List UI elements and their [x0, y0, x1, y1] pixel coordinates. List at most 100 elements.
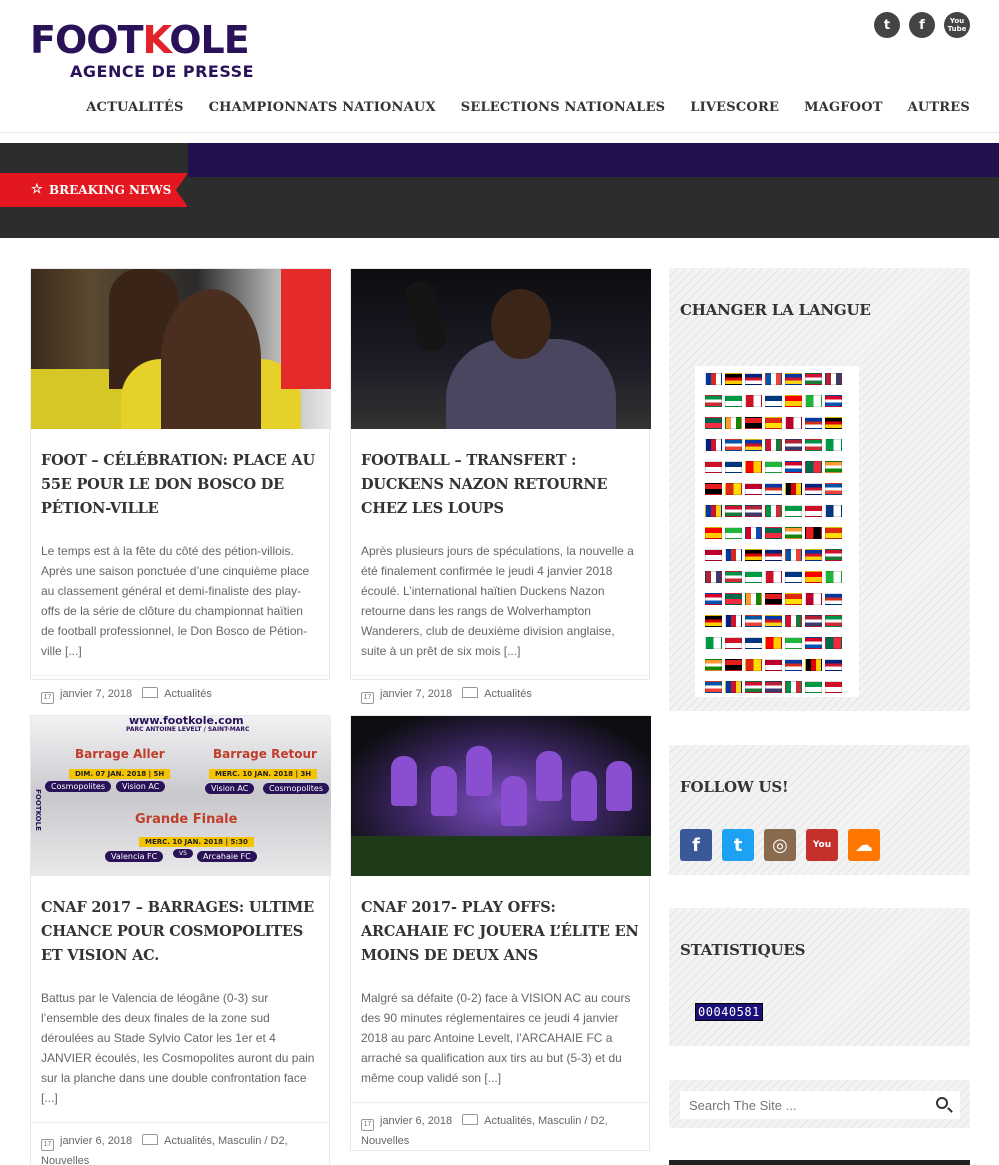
language-flag-icon[interactable]: [765, 549, 782, 561]
language-flag-icon[interactable]: [825, 527, 842, 539]
language-flag-icon[interactable]: [705, 571, 722, 583]
language-flag-icon[interactable]: [765, 571, 782, 583]
facebook-icon[interactable]: f: [680, 829, 712, 861]
language-flag-icon[interactable]: [765, 637, 782, 649]
language-flag-icon[interactable]: [805, 659, 822, 671]
language-flag-icon[interactable]: [765, 593, 782, 605]
post-image[interactable]: [351, 269, 651, 429]
language-flag-icon[interactable]: [705, 505, 722, 517]
language-flag-icon[interactable]: [805, 461, 822, 473]
language-flag-icon[interactable]: [805, 417, 822, 429]
language-flag-icon[interactable]: [785, 637, 802, 649]
language-flag-icon[interactable]: [705, 439, 722, 451]
language-flag-icon[interactable]: [725, 593, 742, 605]
language-flag-icon[interactable]: [785, 461, 802, 473]
language-flag-icon[interactable]: [785, 593, 802, 605]
language-flag-icon[interactable]: [825, 681, 842, 693]
post-categories[interactable]: Actualités: [484, 688, 532, 700]
language-flag-icon[interactable]: [805, 527, 822, 539]
language-flag-icon[interactable]: [805, 549, 822, 561]
language-flag-icon[interactable]: [785, 505, 802, 517]
language-flag-icon[interactable]: [825, 571, 842, 583]
search-input[interactable]: [689, 1097, 919, 1113]
language-flag-icon[interactable]: [745, 681, 762, 693]
youtube-icon[interactable]: You: [806, 829, 838, 861]
language-flag-icon[interactable]: [765, 505, 782, 517]
language-flag-icon[interactable]: [745, 461, 762, 473]
soundcloud-icon[interactable]: ☁: [848, 829, 880, 861]
language-flag-icon[interactable]: [825, 461, 842, 473]
language-flag-icon[interactable]: [825, 483, 842, 495]
post-title[interactable]: FOOTBALL – TRANSFERT : DUCKENS NAZON RET…: [351, 429, 649, 521]
language-flag-icon[interactable]: [805, 593, 822, 605]
language-flag-icon[interactable]: [785, 483, 802, 495]
language-flag-icon[interactable]: [745, 527, 762, 539]
language-flag-icon[interactable]: [785, 439, 802, 451]
language-flag-icon[interactable]: [805, 483, 822, 495]
language-flag-icon[interactable]: [785, 659, 802, 671]
language-flag-icon[interactable]: [705, 527, 722, 539]
language-flag-icon[interactable]: [765, 527, 782, 539]
site-logo[interactable]: FOOTKOLE AGENCE DE PRESSE: [30, 18, 292, 82]
post-image[interactable]: www.footkole.com PARC ANTOINE LEVELT / S…: [31, 716, 331, 876]
language-flag-icon[interactable]: [705, 549, 722, 561]
language-flag-icon[interactable]: [725, 637, 742, 649]
language-flag-icon[interactable]: [745, 417, 762, 429]
language-flag-icon[interactable]: [705, 615, 722, 627]
language-flag-icon[interactable]: [705, 659, 722, 671]
language-flag-icon[interactable]: [785, 395, 802, 407]
language-flag-icon[interactable]: [805, 439, 822, 451]
language-flag-icon[interactable]: [745, 373, 762, 385]
language-flag-icon[interactable]: [765, 417, 782, 429]
language-flag-icon[interactable]: [745, 395, 762, 407]
post-categories[interactable]: Actualités: [164, 688, 212, 700]
language-flag-icon[interactable]: [745, 439, 762, 451]
language-flag-icon[interactable]: [805, 395, 822, 407]
post-title[interactable]: CNAF 2017- PLAY OFFS: ARCAHAIE FC JOUERA…: [351, 876, 649, 968]
language-flag-icon[interactable]: [825, 395, 842, 407]
post-image[interactable]: [31, 269, 331, 429]
language-flag-icon[interactable]: [725, 395, 742, 407]
language-flag-icon[interactable]: [805, 681, 822, 693]
language-flag-icon[interactable]: [705, 461, 722, 473]
language-flag-icon[interactable]: [725, 417, 742, 429]
youtube-icon[interactable]: You Tube: [944, 12, 970, 38]
language-flag-icon[interactable]: [825, 417, 842, 429]
language-flag-icon[interactable]: [705, 681, 722, 693]
language-flag-icon[interactable]: [745, 637, 762, 649]
language-flag-icon[interactable]: [805, 505, 822, 517]
post-title[interactable]: CNAF 2017 – BARRAGES: ULTIME CHANCE POUR…: [31, 876, 329, 968]
language-flag-icon[interactable]: [725, 549, 742, 561]
language-flag-icon[interactable]: [825, 659, 842, 671]
nav-championnats[interactable]: CHAMPIONNATS NATIONAUX: [209, 100, 436, 115]
language-flag-icon[interactable]: [805, 571, 822, 583]
nav-livescore[interactable]: LIVESCORE: [690, 100, 779, 115]
language-flag-icon[interactable]: [745, 549, 762, 561]
language-flag-icon[interactable]: [785, 571, 802, 583]
language-flag-icon[interactable]: [805, 373, 822, 385]
language-flag-icon[interactable]: [785, 549, 802, 561]
language-flag-icon[interactable]: [805, 637, 822, 649]
language-flag-icon[interactable]: [725, 681, 742, 693]
language-flag-icon[interactable]: [725, 615, 742, 627]
language-flag-icon[interactable]: [765, 461, 782, 473]
language-flag-icon[interactable]: [725, 505, 742, 517]
post-image[interactable]: [351, 716, 651, 876]
language-flag-icon[interactable]: [705, 417, 722, 429]
language-flag-icon[interactable]: [705, 373, 722, 385]
language-flag-icon[interactable]: [765, 439, 782, 451]
post-title[interactable]: FOOT – CÉLÉBRATION: PLACE AU 55e POUR LE…: [31, 429, 329, 521]
nav-actualites[interactable]: ACTUALITÉS: [86, 100, 183, 115]
language-flag-icon[interactable]: [765, 395, 782, 407]
language-flag-icon[interactable]: [765, 483, 782, 495]
nav-autres[interactable]: AUTRES: [908, 100, 970, 115]
search-icon[interactable]: [936, 1097, 948, 1109]
language-flag-icon[interactable]: [785, 615, 802, 627]
language-flag-icon[interactable]: [725, 483, 742, 495]
language-flag-icon[interactable]: [785, 681, 802, 693]
language-flag-icon[interactable]: [725, 527, 742, 539]
language-flag-icon[interactable]: [745, 571, 762, 583]
language-flag-icon[interactable]: [745, 483, 762, 495]
language-flag-icon[interactable]: [725, 439, 742, 451]
language-flag-icon[interactable]: [825, 549, 842, 561]
